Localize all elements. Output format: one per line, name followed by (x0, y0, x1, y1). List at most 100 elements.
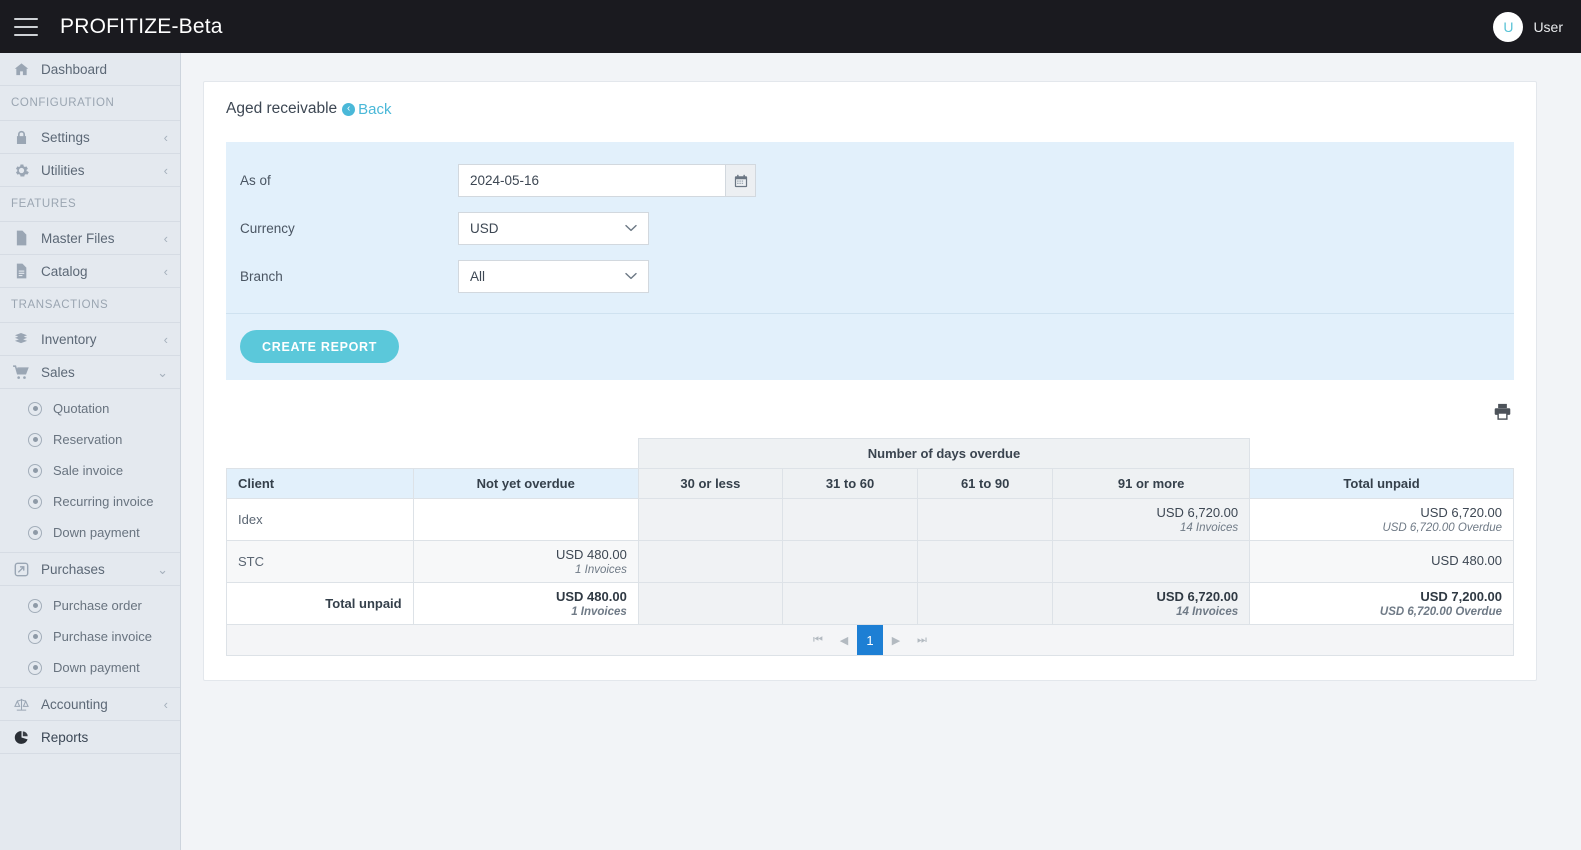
cell-61-to-90 (917, 540, 1054, 583)
amount: USD 480.00 (1431, 553, 1502, 568)
avatar: U (1493, 11, 1524, 42)
pagination-next-button[interactable]: ▶ (883, 625, 909, 655)
cell-30-or-less (637, 498, 783, 541)
home-icon (10, 60, 32, 78)
create-report-button[interactable]: CREATE REPORT (240, 330, 400, 363)
app-brand-title: PROFITIZE-Beta (60, 14, 223, 38)
report-toolbar (226, 380, 1514, 438)
sidebar-item-label: Sales (41, 364, 75, 380)
sidebar-section-features: FEATURES (0, 187, 180, 222)
sidebar-item-master-files[interactable]: Master Files ‹ (0, 222, 180, 255)
sidebar-item-label: Purchase order (53, 598, 142, 613)
sidebar-item-sales-down-payment[interactable]: Down payment (0, 517, 180, 548)
sidebar-item-label: Settings (41, 129, 90, 145)
field-row-currency: Currency USD (240, 212, 1514, 245)
total-not-yet-overdue: USD 480.00 1 Invoices (412, 582, 639, 625)
field-row-branch: Branch All (240, 260, 1514, 293)
cell-not-yet-overdue (412, 498, 639, 541)
branch-selected-value: All (470, 269, 486, 284)
branch-select[interactable]: All (458, 260, 649, 293)
sidebar-item-dashboard[interactable]: Dashboard (0, 53, 180, 86)
sidebar-item-label: Sale invoice (53, 463, 124, 478)
bullet-icon (28, 598, 42, 613)
sidebar-item-label: Utilities (41, 162, 85, 178)
col-header-61-to-90[interactable]: 61 to 90 (917, 468, 1054, 499)
pagination-page-1[interactable]: 1 (857, 625, 883, 655)
filter-actions: CREATE REPORT (226, 314, 1514, 380)
chevron-left-icon: ‹ (163, 230, 168, 246)
username-label: User (1533, 18, 1563, 35)
col-header-total-unpaid[interactable]: Total unpaid (1249, 468, 1514, 499)
currency-selected-value: USD (470, 221, 499, 236)
total-30-or-less (637, 582, 783, 625)
total-61-to-90 (917, 582, 1054, 625)
sidebar-item-settings[interactable]: Settings ‹ (0, 121, 180, 154)
bullet-icon (28, 463, 42, 478)
page-title-text: Aged receivable (226, 100, 338, 117)
amount: USD 6,720.00 (1156, 505, 1239, 520)
sidebar-item-sale-invoice[interactable]: Sale invoice (0, 455, 180, 486)
amount-sub: USD 6,720.00 Overdue (1379, 606, 1502, 618)
as-of-control (458, 164, 756, 197)
pagination-prev-button[interactable]: ◀ (831, 625, 857, 655)
sidebar-item-label: Purchases (41, 561, 105, 577)
sidebar-section-label: TRANSACTIONS (11, 299, 109, 311)
sidebar-item-purchase-invoice[interactable]: Purchase invoice (0, 621, 180, 652)
gear-icon (10, 161, 32, 179)
total-row-label: Total unpaid (226, 582, 414, 625)
sidebar-item-label: Recurring invoice (53, 494, 154, 509)
sidebar-item-label: Down payment (53, 525, 140, 540)
cell-client: STC (226, 540, 414, 583)
chevron-down-icon (625, 223, 637, 235)
col-header-client[interactable]: Client (226, 468, 414, 499)
pagination-first-button[interactable]: ⏮ (805, 625, 831, 655)
col-header-30-or-less[interactable]: 30 or less (637, 468, 783, 499)
sidebar-item-sales[interactable]: Sales ⌄ (0, 356, 180, 389)
currency-select[interactable]: USD (458, 212, 649, 245)
sidebar-item-inventory[interactable]: Inventory ‹ (0, 323, 180, 356)
hamburger-menu-icon[interactable] (14, 17, 38, 36)
chevron-left-icon: ‹ (163, 263, 168, 279)
sidebar-item-reservation[interactable]: Reservation (0, 424, 180, 455)
cell-client: Idex (226, 498, 414, 541)
printer-icon[interactable] (1493, 402, 1512, 426)
amount-sub: 14 Invoices (1176, 606, 1239, 618)
amount-sub: 14 Invoices (1179, 522, 1239, 534)
sidebar-item-utilities[interactable]: Utilities ‹ (0, 154, 180, 187)
sidebar-item-recurring-invoice[interactable]: Recurring invoice (0, 486, 180, 517)
total-91-or-more: USD 6,720.00 14 Invoices (1052, 582, 1251, 625)
file-lines-icon (10, 262, 32, 280)
back-link[interactable]: ‹ Back (342, 100, 392, 118)
sidebar-item-purchases-down-payment[interactable]: Down payment (0, 652, 180, 683)
col-header-not-yet-overdue[interactable]: Not yet overdue (412, 468, 639, 499)
pagination: ⏮ ◀ 1 ▶ ⏭ (227, 625, 1513, 655)
cell-91-or-more: USD 6,720.00 14 Invoices (1052, 498, 1251, 541)
back-link-label: Back (358, 100, 392, 118)
chevron-down-icon: ⌄ (157, 561, 168, 577)
report-card: Aged receivable ‹ Back As of 2024-05-16 … (203, 81, 1537, 681)
col-header-31-to-60[interactable]: 31 to 60 (781, 468, 919, 499)
sidebar-section-configuration: CONFIGURATION (0, 86, 180, 121)
group-header-days-overdue: Number of days overdue (637, 438, 1251, 469)
sidebar-item-label: Reservation (53, 432, 123, 447)
cell-not-yet-overdue: USD 480.00 1 Invoices (412, 540, 639, 583)
pie-chart-icon (10, 728, 32, 746)
sidebar-item-accounting[interactable]: Accounting ‹ (0, 688, 180, 721)
as-of-date-input[interactable] (458, 164, 726, 197)
calendar-icon[interactable] (726, 164, 756, 197)
sidebar-item-label: Reports (41, 729, 89, 745)
sidebar-item-reports[interactable]: Reports (0, 721, 180, 754)
amount: USD 7,200.00 (1420, 589, 1502, 604)
bullet-icon (28, 494, 42, 509)
sidebar-item-catalog[interactable]: Catalog ‹ (0, 255, 180, 288)
sidebar-submenu-purchases: Purchase order Purchase invoice Down pay… (0, 586, 180, 688)
currency-label: Currency (240, 221, 295, 236)
user-menu[interactable]: U User (1493, 11, 1563, 42)
pagination-last-button[interactable]: ⏭ (909, 625, 935, 655)
sidebar-item-quotation[interactable]: Quotation (0, 393, 180, 424)
sidebar-item-purchase-order[interactable]: Purchase order (0, 590, 180, 621)
bullet-icon (28, 660, 42, 675)
col-header-91-or-more[interactable]: 91 or more (1052, 468, 1251, 499)
sidebar-item-purchases[interactable]: Purchases ⌄ (0, 553, 180, 586)
total-total-unpaid: USD 7,200.00 USD 6,720.00 Overdue (1249, 582, 1514, 625)
